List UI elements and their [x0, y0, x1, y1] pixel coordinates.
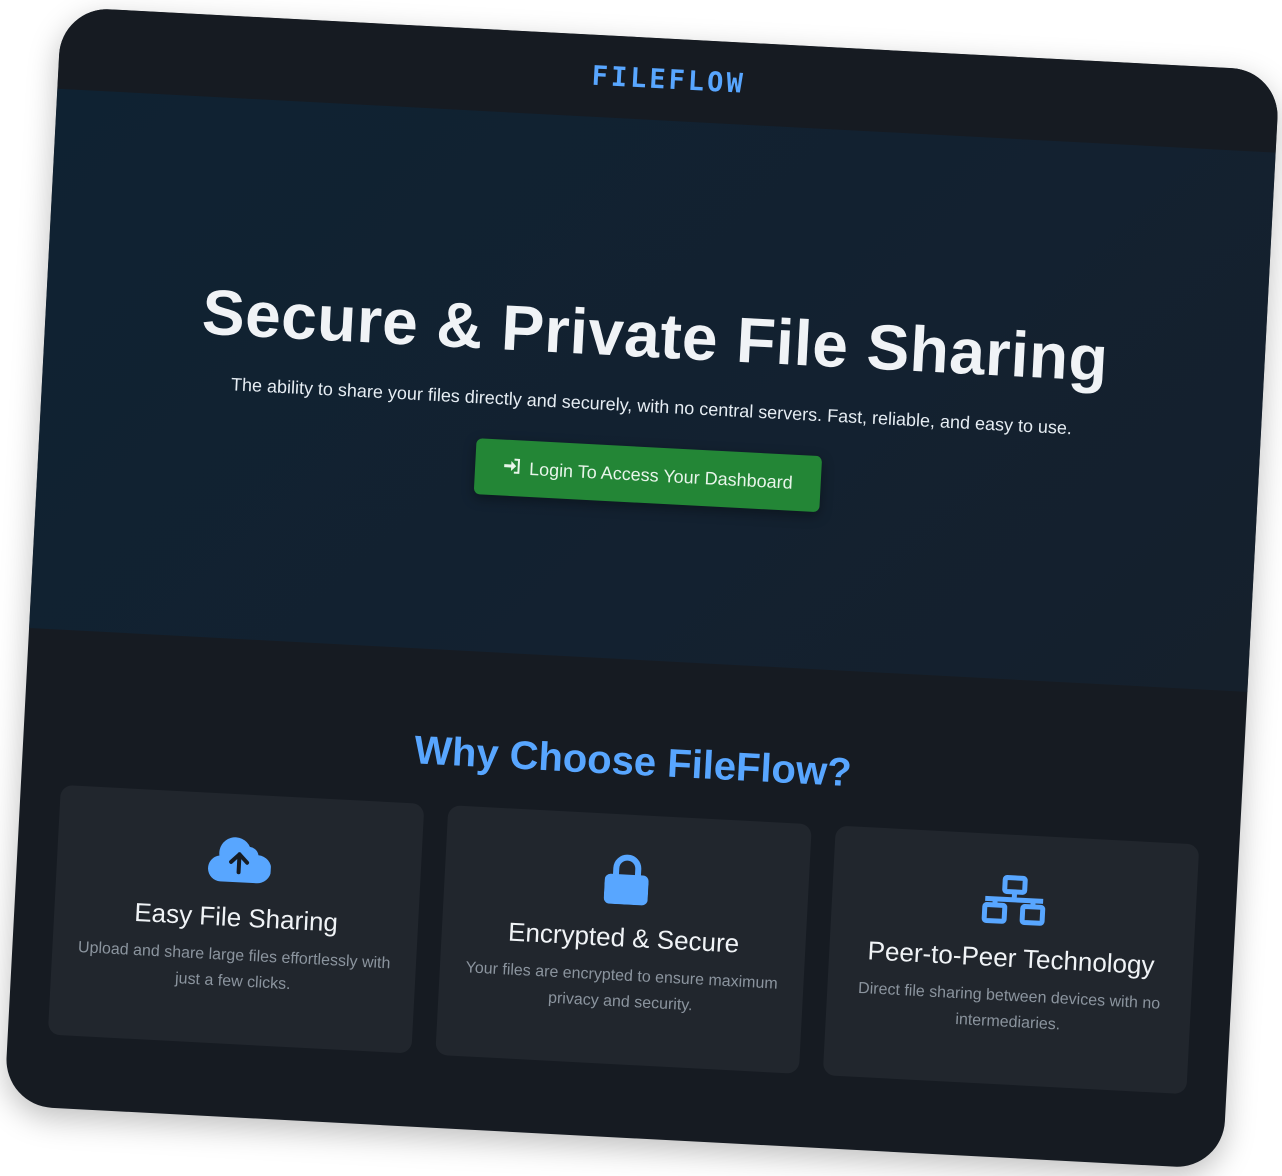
feature-title: Peer-to-Peer Technology [866, 935, 1156, 981]
feature-card: Encrypted & Secure Your files are encryp… [435, 805, 812, 1074]
login-button-label: Login To Access Your Dashboard [528, 458, 794, 493]
login-button[interactable]: Login To Access Your Dashboard [473, 438, 823, 513]
landing-page: FILEFLOW Secure & Private File Sharing T… [4, 6, 1280, 1170]
feature-title: Easy File Sharing [133, 896, 339, 938]
features-title: Why Choose FileFlow? [413, 728, 853, 796]
hero-title: Secure & Private File Sharing [200, 275, 1111, 396]
lock-icon [603, 854, 649, 906]
feature-card: Peer-to-Peer Technology Direct file shar… [822, 825, 1200, 1095]
hero-section: Secure & Private File Sharing The abilit… [29, 88, 1276, 692]
logo[interactable]: FILEFLOW [591, 60, 746, 99]
feature-description: Your files are encrypted to ensure maxim… [465, 959, 779, 1015]
cloud-upload-icon [208, 837, 272, 884]
feature-description: Direct file sharing between devices with… [857, 979, 1161, 1034]
network-icon [981, 875, 1046, 926]
sign-in-icon [503, 457, 522, 479]
feature-description: Upload and share large files effortlessl… [77, 938, 391, 994]
feature-title: Encrypted & Secure [507, 916, 740, 959]
feature-card: Easy File Sharing Upload and share large… [47, 784, 425, 1054]
features-section: Why Choose FileFlow? Easy File Sharing U… [8, 628, 1248, 1096]
